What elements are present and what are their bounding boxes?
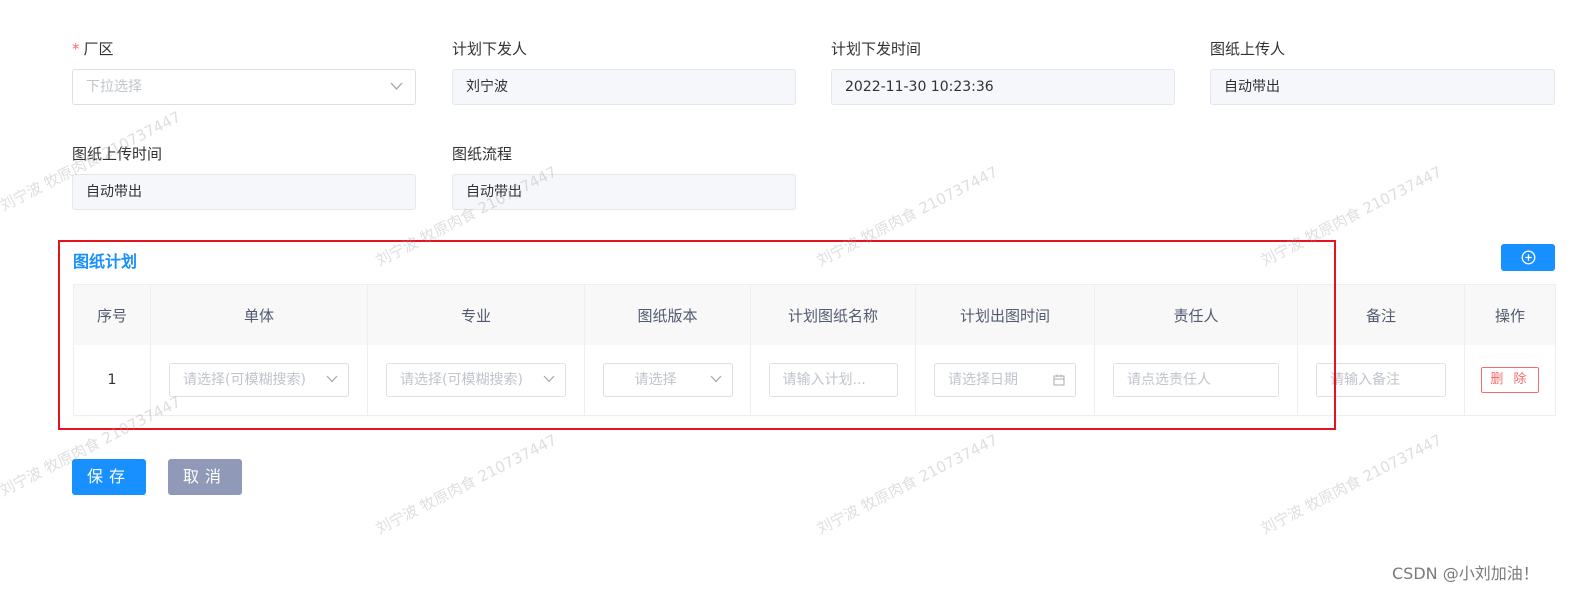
watermark: 刘宁波 牧原肉食 210737447 xyxy=(372,430,560,538)
plan-issuer-label: 计划下发人 xyxy=(452,40,528,58)
factory-select-placeholder: 下拉选择 xyxy=(86,79,142,95)
add-row-button[interactable] xyxy=(1501,244,1555,271)
plan-issuer-field: 刘宁波 xyxy=(452,69,796,105)
watermark: 刘宁波 牧原肉食 210737447 xyxy=(1257,430,1445,538)
column-header: 操作 xyxy=(1465,285,1556,345)
delete-button[interactable]: 删 除 xyxy=(1481,367,1539,393)
drawing-process-label: 图纸流程 xyxy=(452,145,513,163)
drawing-uploader-label: 图纸上传人 xyxy=(1210,40,1286,58)
drawing-upload-time-field: 自动带出 xyxy=(72,174,416,210)
drawing-uploader-field: 自动带出 xyxy=(1210,69,1555,105)
watermark: 刘宁波 牧原肉食 210737447 xyxy=(813,430,1001,538)
cancel-button[interactable]: 取消 xyxy=(168,459,242,495)
csdn-credit: CSDN @小刘加油！ xyxy=(1392,564,1539,583)
chevron-down-icon xyxy=(390,82,403,90)
save-button[interactable]: 保存 xyxy=(72,459,146,495)
plan-issue-time-field: 2022-11-30 10:23:36 xyxy=(831,69,1175,105)
highlight-box xyxy=(58,240,1336,430)
required-mark: * xyxy=(72,40,80,58)
factory-select[interactable]: 下拉选择 xyxy=(72,69,416,105)
drawing-upload-time-label: 图纸上传时间 xyxy=(72,145,163,163)
plus-circle-icon xyxy=(1521,250,1535,265)
factory-label: * 厂区 xyxy=(72,38,114,59)
drawing-process-field: 自动带出 xyxy=(452,174,796,210)
plan-issue-time-label: 计划下发时间 xyxy=(831,40,922,58)
factory-label-text: 厂区 xyxy=(83,40,114,58)
